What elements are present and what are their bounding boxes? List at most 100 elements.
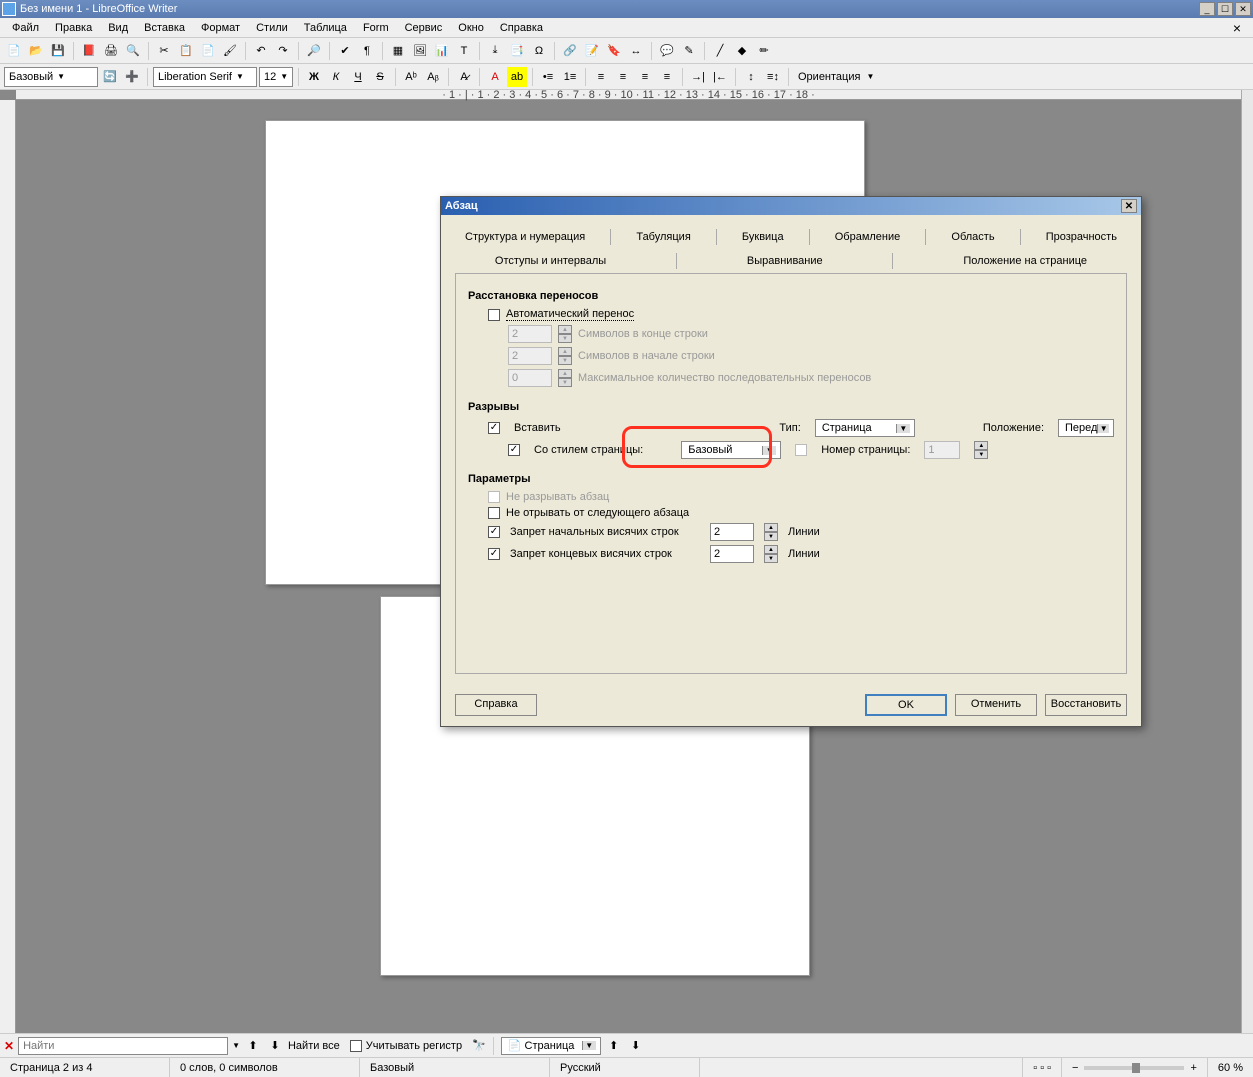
find-all-label[interactable]: Найти все (288, 1040, 340, 1052)
tab-alignment[interactable]: Выравнивание (737, 253, 833, 269)
tab-area[interactable]: Область (941, 229, 1004, 245)
superscript-icon[interactable]: Aᵇ (401, 67, 421, 87)
page-style-combo[interactable]: Базовый▼ (681, 441, 781, 459)
nav-next-icon[interactable]: ⬇ (627, 1037, 645, 1055)
match-case-checkbox[interactable] (350, 1040, 362, 1052)
zoom-out-icon[interactable]: − (1072, 1062, 1078, 1074)
hyperlink-icon[interactable]: 🔗 (560, 41, 580, 61)
page-number-checkbox[interactable] (795, 444, 807, 456)
widow-lines-input[interactable]: 2 (710, 545, 754, 563)
strikethrough-icon[interactable]: S (370, 67, 390, 87)
menu-form[interactable]: Form (355, 20, 397, 36)
print-icon[interactable]: 🖨 (101, 41, 121, 61)
nonprinting-icon[interactable]: ¶ (357, 41, 377, 61)
reset-button[interactable]: Восстановить (1045, 694, 1127, 716)
format-paint-icon[interactable]: 🖌 (220, 41, 240, 61)
textbox-icon[interactable]: T (454, 41, 474, 61)
undo-icon[interactable]: ↶ (251, 41, 271, 61)
cut-icon[interactable]: ✂ (154, 41, 174, 61)
insert-break-checkbox[interactable] (488, 422, 500, 434)
spellcheck-icon[interactable]: ✔ (335, 41, 355, 61)
menu-table[interactable]: Таблица (296, 20, 355, 36)
spin-down-icon[interactable]: ▼ (764, 532, 778, 541)
font-name-combo[interactable]: Liberation Serif ▼ (153, 67, 257, 87)
with-page-style-checkbox[interactable] (508, 444, 520, 456)
tab-transparency[interactable]: Прозрачность (1036, 229, 1127, 245)
align-justify-icon[interactable]: ≡ (657, 67, 677, 87)
bookmark-icon[interactable]: 🔖 (604, 41, 624, 61)
vertical-ruler[interactable] (0, 100, 16, 1033)
maximize-button[interactable]: ☐ (1217, 2, 1233, 16)
horizontal-ruler[interactable]: · 1 · | · 1 · 2 · 3 · 4 · 5 · 6 · 7 · 8 … (16, 90, 1241, 100)
footnote-icon[interactable]: 📝 (582, 41, 602, 61)
navigate-by-combo[interactable]: 📄 Страница▼ (501, 1037, 601, 1055)
find-input[interactable] (18, 1037, 228, 1055)
status-zoom[interactable]: 60 % (1207, 1058, 1253, 1077)
auto-hyphen-checkbox[interactable] (488, 309, 500, 321)
bold-icon[interactable]: Ж (304, 67, 324, 87)
highlight-icon[interactable]: ab (507, 67, 527, 87)
orphan-lines-input[interactable]: 2 (710, 523, 754, 541)
menu-view[interactable]: Вид (100, 20, 136, 36)
new-style-icon[interactable]: ➕ (122, 67, 142, 87)
keep-with-next-checkbox[interactable] (488, 507, 500, 519)
subscript-icon[interactable]: Aᵦ (423, 67, 443, 87)
status-page-style[interactable]: Базовый (360, 1058, 550, 1077)
table-icon[interactable]: ▦ (388, 41, 408, 61)
widow-control-checkbox[interactable] (488, 548, 500, 560)
bullets-icon[interactable]: •≡ (538, 67, 558, 87)
paragraph-style-combo[interactable]: Базовый ▼ (4, 67, 98, 87)
font-color-icon[interactable]: A (485, 67, 505, 87)
doc-close-icon[interactable]: × (1225, 18, 1249, 38)
numbering-icon[interactable]: 1≡ (560, 67, 580, 87)
menu-help[interactable]: Справка (492, 20, 551, 36)
line-icon[interactable]: ╱ (710, 41, 730, 61)
underline-icon[interactable]: Ч (348, 67, 368, 87)
tab-text-flow[interactable]: Положение на странице (953, 253, 1097, 269)
zoom-in-icon[interactable]: + (1190, 1062, 1196, 1074)
indent-increase-icon[interactable]: →| (688, 67, 708, 87)
close-button[interactable]: ✕ (1235, 2, 1251, 16)
findbar-close-icon[interactable]: ✕ (4, 1039, 14, 1053)
menu-file[interactable]: Файл (4, 20, 47, 36)
align-right-icon[interactable]: ≡ (635, 67, 655, 87)
menu-styles[interactable]: Стили (248, 20, 296, 36)
comment-icon[interactable]: 💬 (657, 41, 677, 61)
track-changes-icon[interactable]: ✎ (679, 41, 699, 61)
dialog-close-button[interactable]: ✕ (1121, 199, 1137, 213)
print-preview-icon[interactable]: 🔍 (123, 41, 143, 61)
save-icon[interactable]: 💾 (48, 41, 68, 61)
italic-icon[interactable]: К (326, 67, 346, 87)
cancel-button[interactable]: Отменить (955, 694, 1037, 716)
break-position-combo[interactable]: Перед▼ (1058, 419, 1114, 437)
chart-icon[interactable]: 📊 (432, 41, 452, 61)
menu-tools[interactable]: Сервис (397, 20, 451, 36)
paste-icon[interactable]: 📄 (198, 41, 218, 61)
find-prev-icon[interactable]: ⬆ (244, 1037, 262, 1055)
break-type-combo[interactable]: Страница▼ (815, 419, 915, 437)
tab-tabs[interactable]: Табуляция (626, 229, 700, 245)
shapes-icon[interactable]: ◆ (732, 41, 752, 61)
zoom-slider[interactable] (1084, 1066, 1184, 1070)
tab-indents[interactable]: Отступы и интервалы (485, 253, 616, 269)
image-icon[interactable]: 🖼 (410, 41, 430, 61)
menu-window[interactable]: Окно (450, 20, 492, 36)
copy-icon[interactable]: 📋 (176, 41, 196, 61)
help-button[interactable]: Справка (455, 694, 537, 716)
clear-format-icon[interactable]: A̷ (454, 67, 474, 87)
status-view-icons[interactable]: ▫ ▫ ▫ (1023, 1058, 1062, 1077)
menu-edit[interactable]: Правка (47, 20, 100, 36)
find-icon[interactable]: 🔎 (304, 41, 324, 61)
tab-borders[interactable]: Обрамление (825, 229, 911, 245)
special-char-icon[interactable]: Ω (529, 41, 549, 61)
line-spacing-icon[interactable]: ↕ (741, 67, 761, 87)
orientation-label[interactable]: Ориентация (794, 71, 864, 83)
draw-funcs-icon[interactable]: ✏ (754, 41, 774, 61)
status-language[interactable]: Русский (550, 1058, 700, 1077)
spin-up-icon[interactable]: ▲ (764, 523, 778, 532)
redo-icon[interactable]: ↷ (273, 41, 293, 61)
update-style-icon[interactable]: 🔄 (100, 67, 120, 87)
findbar-binoculars-icon[interactable]: 🔭 (472, 1039, 486, 1052)
open-icon[interactable]: 📂 (26, 41, 46, 61)
status-page[interactable]: Страница 2 из 4 (0, 1058, 170, 1077)
